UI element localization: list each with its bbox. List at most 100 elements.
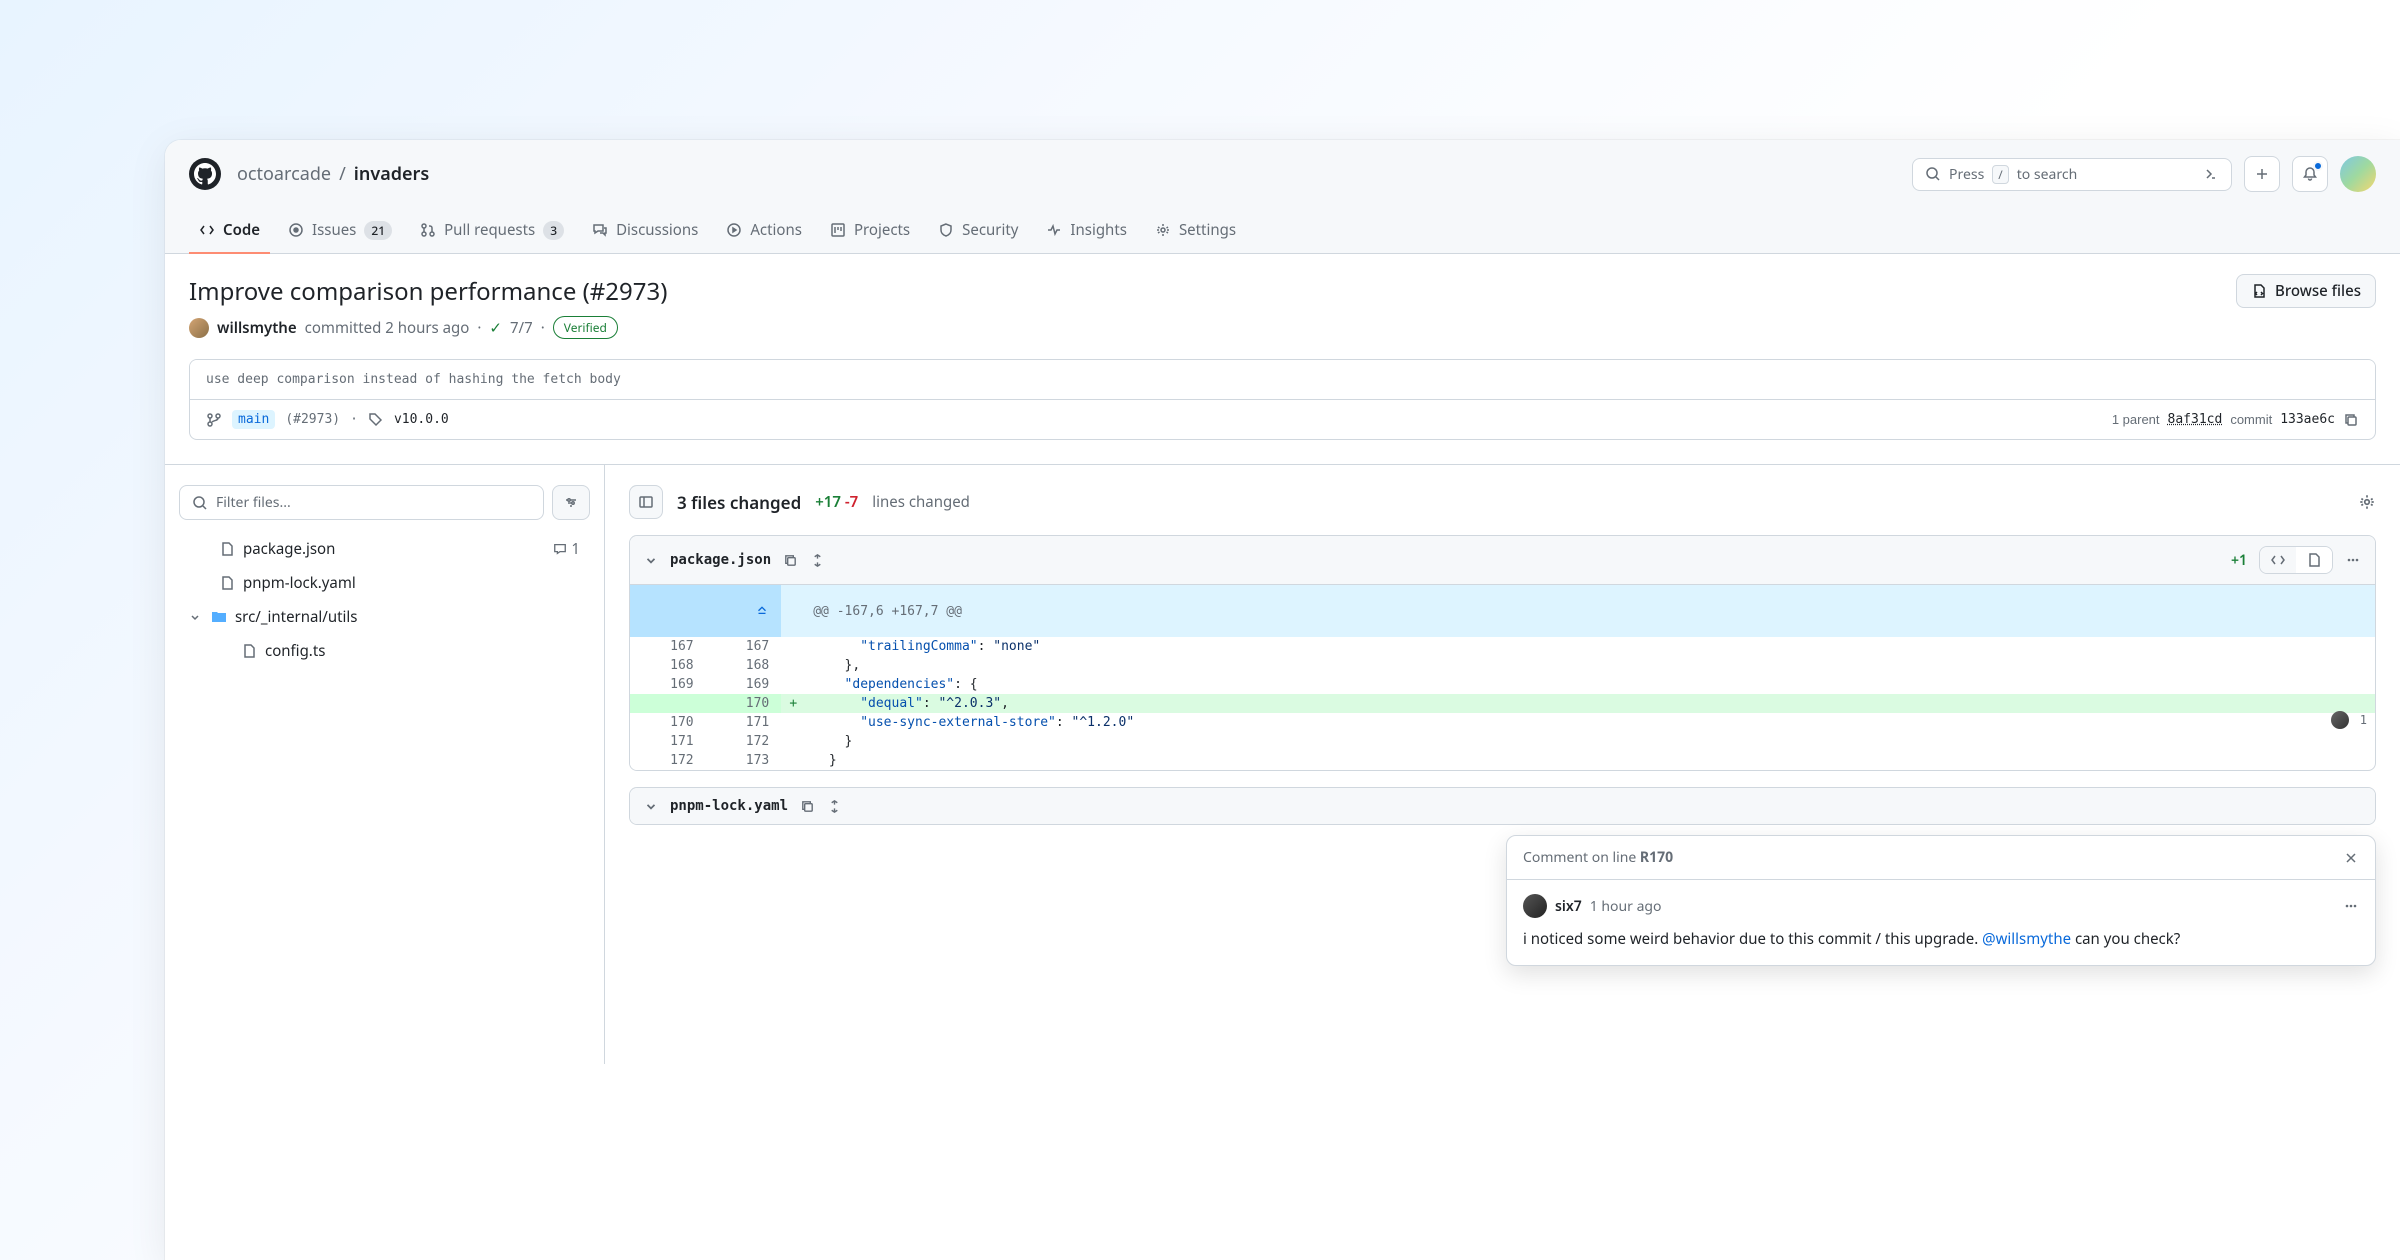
diff-line[interactable]: 168168 },: [630, 656, 2375, 675]
old-line-number: 170: [630, 713, 706, 732]
tag-name[interactable]: v10.0.0: [394, 412, 449, 427]
app-window: octoarcade / invaders Press / to search: [165, 140, 2400, 1260]
parent-hash[interactable]: 8af31cd: [2168, 412, 2223, 427]
diff-filename[interactable]: package.json: [670, 552, 771, 568]
title-row: Improve comparison performance (#2973) B…: [189, 274, 2376, 308]
repo-nav: Code Issues 21 Pull requests 3 Discussio…: [165, 208, 2400, 254]
checks-count[interactable]: 7/7: [510, 318, 533, 338]
diff-pane: 3 files changed +17 -7 lines changed pac…: [605, 465, 2400, 1064]
diff-line[interactable]: 172173 }: [630, 751, 2375, 770]
tab-projects-label: Projects: [854, 220, 910, 240]
copy-icon[interactable]: [783, 553, 798, 568]
sidebar-icon: [638, 494, 654, 510]
pr-ref[interactable]: (#2973): [285, 412, 340, 427]
tree-file-label: pnpm-lock.yaml: [243, 573, 356, 593]
plus-icon: [2254, 166, 2270, 182]
topbar-right: Press / to search: [1912, 156, 2376, 192]
diff-view-toggle: [2259, 546, 2333, 574]
filter-placeholder: Filter files...: [216, 493, 291, 512]
close-icon[interactable]: [2343, 850, 2359, 866]
rendered-view-button[interactable]: [2296, 547, 2332, 573]
tab-issues[interactable]: Issues 21: [278, 208, 402, 254]
expand-icon[interactable]: [827, 799, 842, 814]
file-icon: [2306, 552, 2322, 568]
tree-file-item[interactable]: pnpm-lock.yaml: [179, 566, 590, 600]
branch-name[interactable]: main: [232, 410, 275, 429]
new-line-number: 171: [706, 713, 782, 732]
author-name[interactable]: willsmythe: [217, 318, 297, 338]
diff-settings-button[interactable]: [2358, 493, 2376, 511]
branch-icon: [206, 412, 222, 428]
new-line-number: 168: [706, 656, 782, 675]
code-content: }: [805, 732, 2375, 751]
create-button[interactable]: [2244, 156, 2280, 192]
hunk-header[interactable]: @@ -167,6 +167,7 @@: [630, 585, 2375, 637]
copy-icon[interactable]: [800, 799, 815, 814]
diff-filename[interactable]: pnpm-lock.yaml: [670, 798, 788, 814]
tab-security[interactable]: Security: [928, 208, 1028, 254]
pull-request-icon: [420, 222, 436, 238]
diff-marker: +: [781, 694, 805, 713]
breadcrumb-repo[interactable]: invaders: [354, 162, 429, 186]
breadcrumb-separator: /: [339, 162, 346, 186]
tab-pulls[interactable]: Pull requests 3: [410, 208, 574, 254]
verified-badge[interactable]: Verified: [553, 316, 618, 339]
diff-file-header: pnpm-lock.yaml: [630, 788, 2375, 824]
tree-file-item[interactable]: config.ts: [179, 634, 590, 668]
tab-security-label: Security: [962, 220, 1018, 240]
copy-icon[interactable]: [2343, 412, 2359, 428]
search-icon: [192, 495, 208, 511]
pulls-count: 3: [543, 221, 564, 240]
tab-projects[interactable]: Projects: [820, 208, 920, 254]
chevron-down-icon[interactable]: [644, 553, 658, 567]
kebab-icon[interactable]: [2343, 898, 2359, 914]
search-input[interactable]: Press / to search: [1912, 158, 2232, 191]
diff-line[interactable]: 169169 "dependencies": {: [630, 675, 2375, 694]
commit-label: commit: [2230, 412, 2272, 427]
commenter-avatar[interactable]: [1523, 894, 1547, 918]
content: Improve comparison performance (#2973) B…: [165, 254, 2400, 1084]
tree-folder-item[interactable]: src/_internal/utils: [179, 600, 590, 634]
diff-line[interactable]: 167167 "trailingComma": "none": [630, 637, 2375, 656]
file-icon: [219, 541, 235, 557]
tab-code[interactable]: Code: [189, 208, 270, 254]
tree-file-item[interactable]: package.json 1: [179, 532, 590, 566]
filter-files-input[interactable]: Filter files...: [179, 485, 544, 520]
check-icon: ✓: [489, 318, 502, 338]
tab-issues-label: Issues: [312, 220, 356, 240]
diff-line[interactable]: 170+ "dequal": "^2.0.3", 1: [630, 694, 2375, 713]
diff-table: @@ -167,6 +167,7 @@ 167167 "trailingComm…: [630, 585, 2375, 770]
author-avatar[interactable]: [189, 318, 209, 338]
search-suffix: to search: [2017, 165, 2078, 184]
chevron-down-icon[interactable]: [644, 799, 658, 813]
notifications-button[interactable]: [2292, 156, 2328, 192]
diff-line[interactable]: 170171 "use-sync-external-store": "^1.2.…: [630, 713, 2375, 732]
toggle-tree-button[interactable]: [629, 485, 663, 519]
commenter-name[interactable]: six7: [1555, 897, 1582, 916]
committed-time: committed 2 hours ago: [305, 318, 470, 338]
tab-insights[interactable]: Insights: [1036, 208, 1137, 254]
browse-files-button[interactable]: Browse files: [2236, 274, 2376, 308]
diff-line[interactable]: 171172 }: [630, 732, 2375, 751]
kebab-icon[interactable]: [2345, 552, 2361, 568]
breadcrumb-org[interactable]: octoarcade: [237, 162, 331, 186]
comment-body: six7 1 hour ago i noticed some weird beh…: [1507, 880, 2375, 965]
shield-icon: [938, 222, 954, 238]
source-view-button[interactable]: [2260, 547, 2296, 573]
tab-actions[interactable]: Actions: [716, 208, 812, 254]
comment-mention[interactable]: @willsmythe: [1982, 929, 2071, 949]
main-area: Filter files... package.json 1: [165, 464, 2400, 1064]
user-avatar[interactable]: [2340, 156, 2376, 192]
diff-summary: 3 files changed +17 -7 lines changed: [629, 485, 2376, 519]
tab-settings[interactable]: Settings: [1145, 208, 1246, 254]
expand-icon[interactable]: [810, 553, 825, 568]
commit-message: use deep comparison instead of hashing t…: [190, 360, 2375, 399]
github-logo-icon[interactable]: [189, 158, 221, 190]
filter-options-button[interactable]: [552, 485, 590, 520]
file-code-icon: [2251, 283, 2267, 299]
old-line-number: 167: [630, 637, 706, 656]
filter-row: Filter files...: [179, 485, 590, 520]
tab-discussions[interactable]: Discussions: [582, 208, 708, 254]
diff-marker: [781, 675, 805, 694]
old-line-number: [630, 694, 706, 713]
